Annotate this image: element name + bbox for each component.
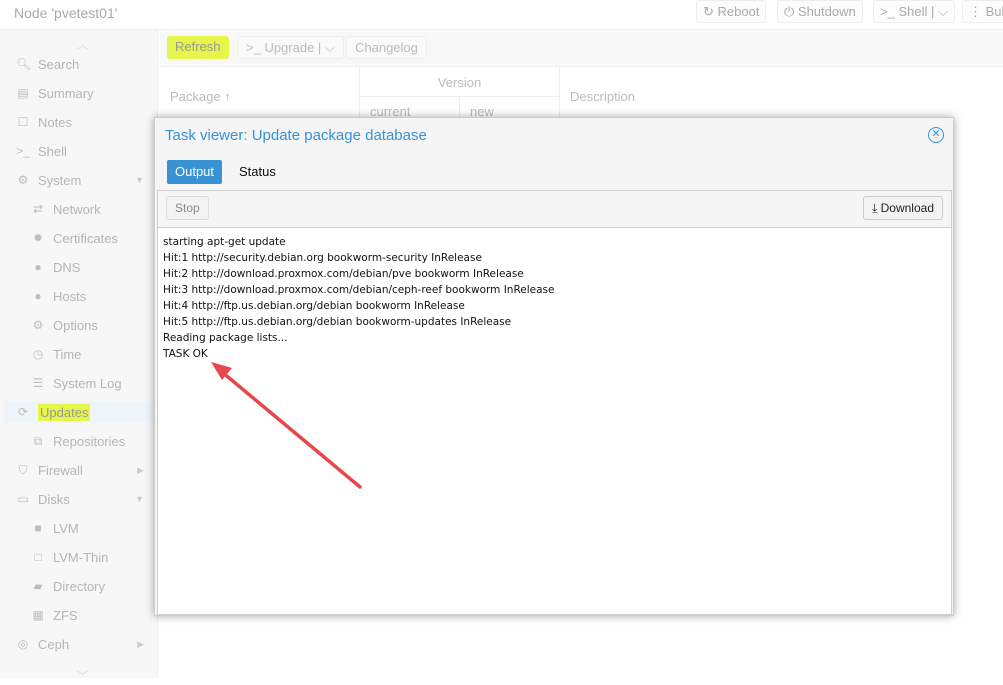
annotation-arrow [211,362,362,489]
